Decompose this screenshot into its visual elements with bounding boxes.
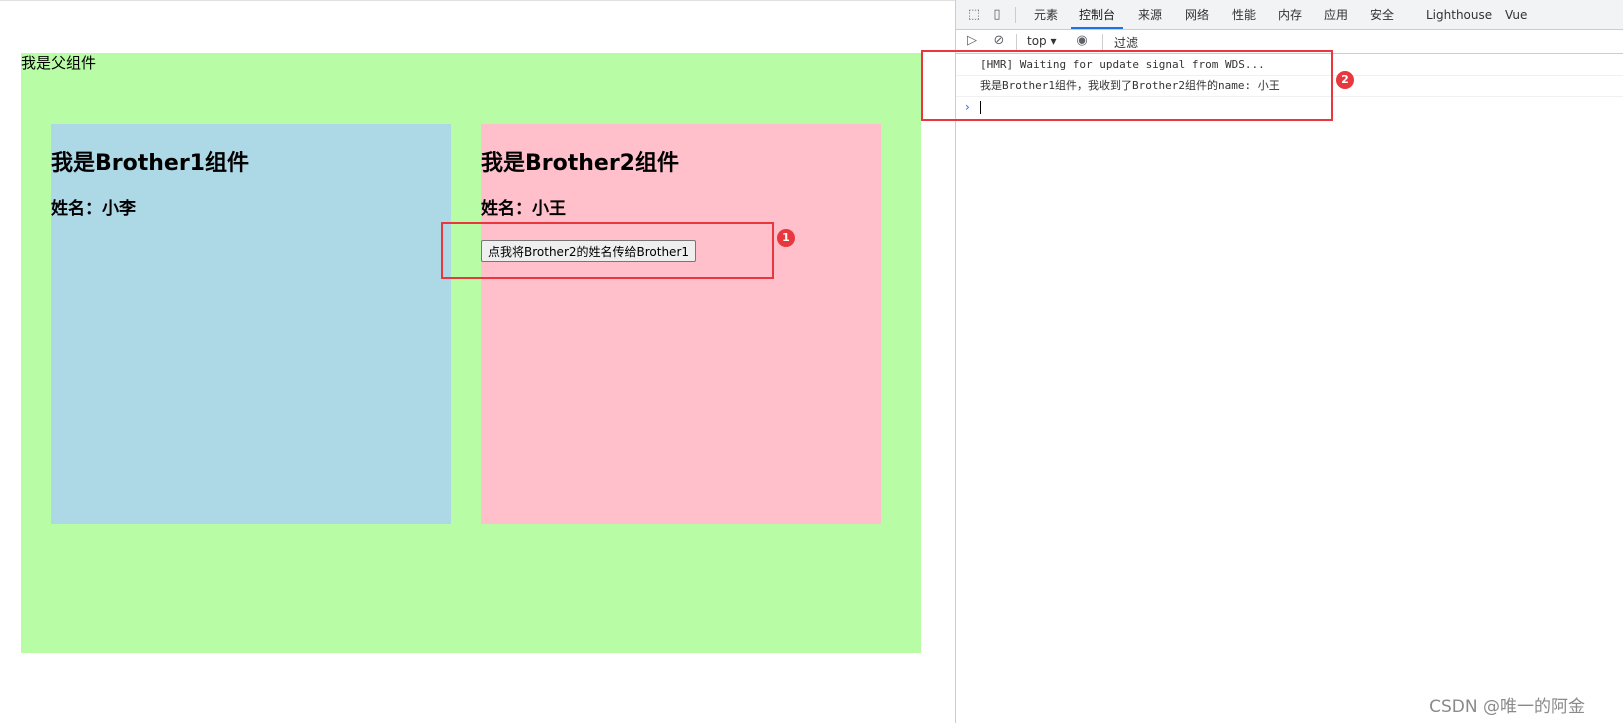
tab-performance[interactable]: 性能 (1232, 0, 1256, 29)
context-selector[interactable]: top ▾ (1027, 34, 1057, 48)
annotation-box-1 (441, 222, 774, 279)
toolbar-divider (1016, 34, 1017, 50)
live-expression-eye-icon[interactable]: ◉ (1074, 33, 1090, 49)
devtools-panel: ⬚ ▯ 元素 控制台 来源 网络 性能 内存 应用 安全 Lighthouse … (921, 0, 1623, 723)
tab-lighthouse[interactable]: Lighthouse (1426, 0, 1492, 29)
toolbar-divider (1102, 34, 1103, 50)
inspect-element-icon[interactable]: ⬚ (966, 7, 982, 23)
brother2-name: 姓名：小王 (481, 199, 566, 219)
device-toolbar-icon[interactable]: ▯ (989, 7, 1005, 23)
brother1-name: 姓名：小李 (51, 199, 136, 219)
watermark: CSDN @唯一的阿金 (1429, 697, 1585, 717)
brother2-title: 我是Brother2组件 (481, 151, 679, 176)
sidebar-toggle-icon[interactable]: ▷ (964, 33, 980, 49)
annotation-box-2 (921, 50, 1333, 121)
devtools-tab-bar: ⬚ ▯ 元素 控制台 来源 网络 性能 内存 应用 安全 Lighthouse … (956, 0, 1623, 30)
tab-vue[interactable]: Vue (1505, 0, 1527, 29)
brother1-component: 我是Brother1组件 姓名：小李 (51, 124, 451, 524)
parent-component: 我是父组件 我是Brother1组件 姓名：小李 我是Brother2组件 姓名… (21, 53, 921, 653)
annotation-marker-2: 2 (1336, 71, 1354, 89)
tab-network[interactable]: 网络 (1185, 0, 1209, 29)
annotation-marker-1: 1 (777, 229, 795, 247)
brother2-component: 我是Brother2组件 姓名：小王 点我将Brother2的姓名传给Broth… (481, 124, 881, 524)
page-viewport: 我是父组件 我是Brother1组件 姓名：小李 我是Brother2组件 姓名… (0, 0, 955, 723)
tab-sources[interactable]: 来源 (1138, 0, 1162, 29)
parent-label: 我是父组件 (21, 54, 97, 72)
context-value: top (1027, 34, 1047, 48)
toolbar-divider (1015, 7, 1016, 23)
console-filter-input[interactable]: 过滤 (1114, 34, 1138, 51)
brother1-title: 我是Brother1组件 (51, 151, 249, 176)
clear-console-icon[interactable]: ⊘ (991, 33, 1007, 49)
tab-memory[interactable]: 内存 (1278, 0, 1302, 29)
tab-console[interactable]: 控制台 (1071, 0, 1124, 29)
tab-security[interactable]: 安全 (1370, 0, 1394, 29)
tab-elements[interactable]: 元素 (1034, 0, 1058, 29)
tab-application[interactable]: 应用 (1324, 0, 1348, 29)
